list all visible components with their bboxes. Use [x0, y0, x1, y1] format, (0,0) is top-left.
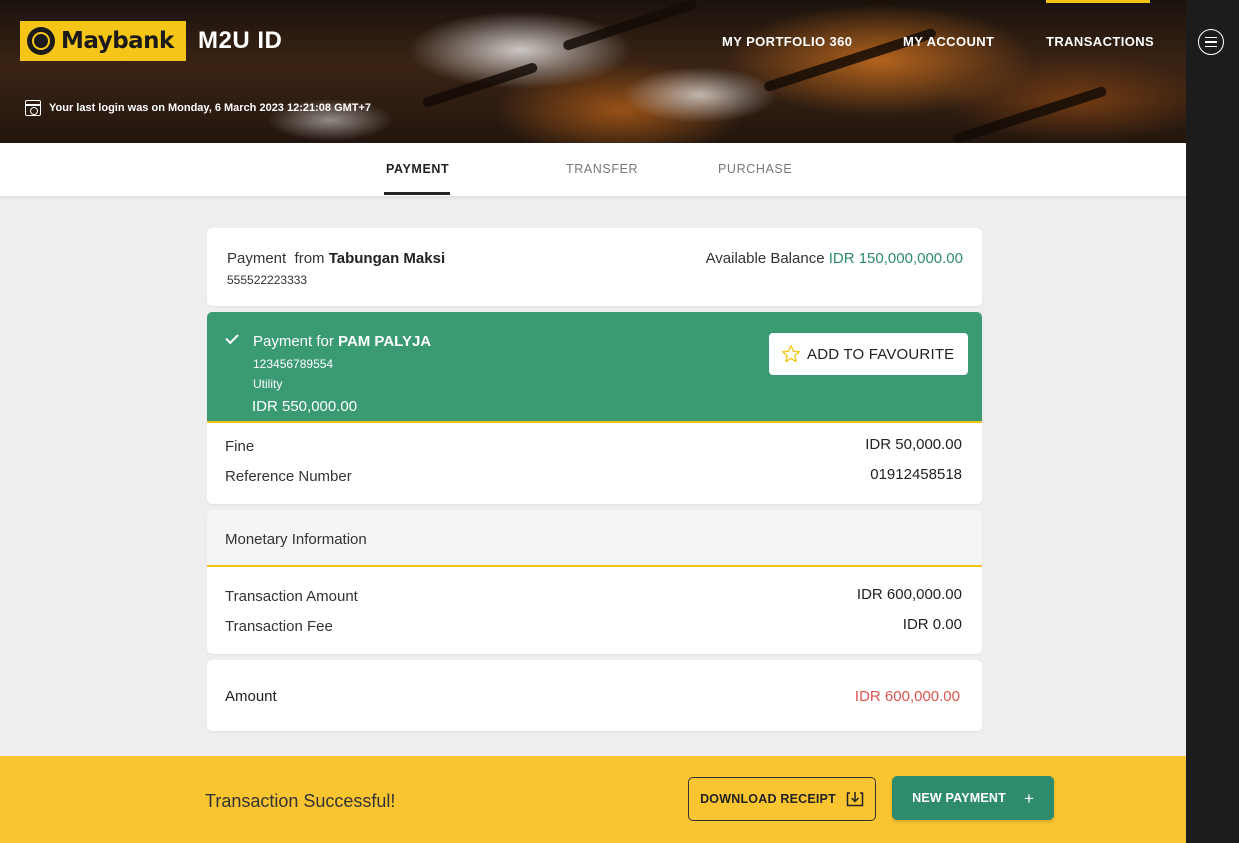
payee-label: Payment for [253, 333, 334, 350]
brand-name: Maybank [61, 28, 174, 54]
tab-transfer[interactable]: TRANSFER [566, 162, 638, 176]
source-title: Payment from Tabungan Maksi [227, 250, 445, 267]
transaction-status: Transaction Successful! [205, 791, 396, 811]
last-login-text: Your last login was on Monday, 6 March 2… [49, 102, 372, 114]
tab-payment[interactable]: PAYMENT [386, 162, 449, 176]
add-to-favourite-label: ADD TO FAVOURITE [807, 345, 955, 363]
star-icon [782, 345, 800, 363]
banner-decoration [421, 61, 539, 109]
reference-number-label: Reference Number [225, 468, 352, 485]
source-label: Payment [227, 250, 287, 267]
total-amount-value: IDR 600,000.00 [854, 688, 960, 705]
transaction-amount-label: Transaction Amount [225, 588, 358, 605]
fine-label: Fine [225, 438, 255, 455]
source-account-card: Payment from Tabungan Maksi 555522223333… [207, 228, 982, 306]
source-from: from [294, 250, 325, 267]
add-to-favourite-button[interactable]: ADD TO FAVOURITE [769, 333, 968, 375]
payee-name: PAM PALYJA [338, 333, 432, 350]
payee-category: Utility [253, 377, 283, 391]
fine-value: IDR 50,000.00 [865, 436, 962, 453]
payee-header: Payment for PAM PALYJA 123456789554 Util… [207, 312, 982, 423]
payee-card: Payment for PAM PALYJA 123456789554 Util… [207, 312, 982, 504]
maybank-logo[interactable]: Maybank [20, 21, 186, 61]
download-receipt-label: DOWNLOAD RECEIPT [700, 792, 836, 806]
transaction-fee-label: Transaction Fee [225, 618, 333, 635]
monetary-header: Monetary Information [207, 510, 982, 567]
reference-number-row: Reference Number 01912458518 [225, 466, 962, 485]
action-footer: Transaction Successful! DOWNLOAD RECEIPT… [0, 756, 1186, 843]
reference-number-value: 01912458518 [870, 466, 962, 483]
banner-decoration [561, 0, 699, 52]
transaction-fee-value: IDR 0.00 [902, 616, 962, 633]
payee-amount: IDR 550,000.00 [252, 398, 358, 415]
nav-transactions[interactable]: TRANSACTIONS [1046, 34, 1154, 49]
app-window: Maybank M2U ID MY PORTFOLIO 360 MY ACCOU… [0, 0, 1186, 843]
transaction-tabs: PAYMENT TRANSFER PURCHASE [0, 143, 1186, 196]
fine-row: Fine IDR 50,000.00 [225, 436, 962, 455]
balance-label: Available Balance [705, 250, 825, 267]
tab-purchase[interactable]: PURCHASE [718, 162, 792, 176]
monetary-information-card: Monetary Information Transaction Amount … [207, 510, 982, 654]
payee-number: 123456789554 [253, 357, 334, 371]
source-account-name: Tabungan Maksi [328, 250, 446, 267]
total-amount-card: Amount IDR 600,000.00 [207, 660, 982, 731]
maybank-logo-icon [27, 27, 55, 55]
new-payment-button[interactable]: NEW PAYMENT + [892, 776, 1054, 820]
active-nav-indicator [1046, 0, 1150, 3]
source-account-number: 555522223333 [227, 273, 308, 287]
nav-my-portfolio-360[interactable]: MY PORTFOLIO 360 [722, 34, 852, 49]
calendar-icon [25, 100, 41, 116]
app-name: M2U ID [198, 27, 283, 54]
nav-my-account[interactable]: MY ACCOUNT [903, 34, 994, 49]
download-icon [846, 792, 864, 807]
header-banner: Maybank M2U ID MY PORTFOLIO 360 MY ACCOU… [0, 0, 1186, 143]
hamburger-menu-icon[interactable] [1198, 29, 1224, 55]
payee-title: Payment for PAM PALYJA [253, 333, 431, 350]
transaction-fee-row: Transaction Fee IDR 0.00 [225, 616, 962, 635]
transaction-amount-row: Transaction Amount IDR 600,000.00 [225, 586, 962, 605]
check-icon [225, 330, 239, 345]
download-receipt-button[interactable]: DOWNLOAD RECEIPT [688, 777, 876, 821]
available-balance: Available Balance IDR 150,000,000.00 [706, 250, 963, 267]
right-sidebar [1186, 0, 1239, 843]
plus-icon: + [1023, 788, 1034, 808]
new-payment-label: NEW PAYMENT [912, 791, 1006, 805]
total-amount-label: Amount [225, 688, 277, 705]
last-login-info: Your last login was on Monday, 6 March 2… [25, 100, 371, 116]
banner-decoration [952, 85, 1108, 143]
monetary-title: Monetary Information [225, 531, 367, 548]
balance-value: IDR 150,000,000.00 [828, 250, 963, 267]
transaction-amount-value: IDR 600,000.00 [856, 586, 962, 603]
active-tab-indicator [384, 192, 450, 195]
